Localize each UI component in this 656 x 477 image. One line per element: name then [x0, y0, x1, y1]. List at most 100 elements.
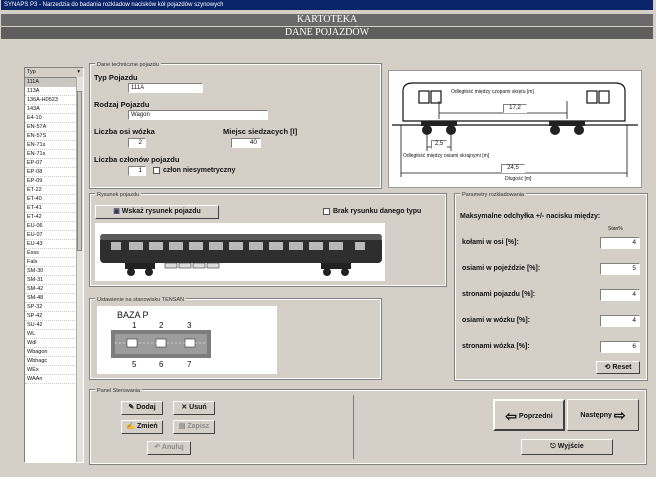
- list-item[interactable]: SU-42: [25, 321, 83, 330]
- list-item[interactable]: ET-22: [25, 186, 83, 195]
- seats-label: Miejsc siedzacych [l]: [223, 127, 298, 136]
- window-title: SYNAPS P3 - Narzedzia do badania rozklad…: [1, 0, 653, 10]
- vehicle-drawing-group: Rysunek pojazdu ▣ Wskaż rysunek pojazdu …: [89, 192, 447, 287]
- list-item[interactable]: EP-08: [25, 168, 83, 177]
- list-item[interactable]: EP-09: [25, 177, 83, 186]
- no-drawing-checkbox[interactable]: [323, 208, 330, 215]
- pivot-distance-field[interactable]: 17,2: [503, 104, 527, 113]
- vehicle-kind-label: Rodzaj Pojazdu: [94, 100, 150, 109]
- tech-group-title: Dane techniczne pojazdu: [95, 62, 161, 68]
- sensor-number-1: 1: [132, 321, 137, 330]
- drawing-group-title: Rysunek pojazdu: [95, 192, 142, 198]
- segments-label: Liczba członów pojazdu: [94, 155, 180, 164]
- param-field[interactable]: 5: [600, 263, 640, 275]
- pivot-distance-label: Odległość między czopami skrętu [m]: [451, 89, 534, 95]
- save-icon: ▤: [178, 423, 186, 430]
- tensan-group-title: Ustawienie na stanowisku TENSAN: [95, 297, 187, 303]
- param-label: osiami w pojeździe [%]:: [462, 265, 541, 272]
- param-field[interactable]: 4: [600, 315, 640, 327]
- list-item[interactable]: SM-31: [25, 276, 83, 285]
- segments-field[interactable]: 1: [128, 166, 146, 176]
- no-drawing-label: Brak rysunku danego typu: [333, 208, 422, 215]
- outer-axles-label: Odległość między osiami skrajnymi [m]: [403, 153, 490, 159]
- list-item[interactable]: EN-57S: [25, 132, 83, 141]
- sort-arrow-icon: ▾: [77, 69, 80, 75]
- axle-base-field[interactable]: 2,5: [431, 140, 447, 149]
- sensor-number-7: 7: [187, 360, 192, 369]
- control-group-title: Panel Sterowania: [95, 388, 143, 394]
- passenger-car-image: [100, 234, 382, 276]
- list-scrollbar[interactable]: [76, 77, 83, 462]
- params-group-title: Parametry rozkładowania: [460, 192, 527, 198]
- list-item[interactable]: 143A: [25, 105, 83, 114]
- sensor-number-2: 2: [159, 321, 164, 330]
- edit-icon: ✍: [126, 423, 136, 430]
- banner-title: KARTOTEKA: [1, 14, 653, 26]
- list-item[interactable]: SM-30: [25, 267, 83, 276]
- list-item[interactable]: 111A: [25, 78, 83, 87]
- list-item[interactable]: ET-42: [25, 213, 83, 222]
- list-item[interactable]: Esss: [25, 249, 83, 258]
- params-column-label: Stan%: [608, 226, 623, 232]
- list-item[interactable]: Wbagon: [25, 348, 83, 357]
- control-panel-group: Panel Sterowania ✎ Dodaj ✕ Usuń ✍ Zmień …: [89, 388, 647, 465]
- list-item[interactable]: EU-07: [25, 231, 83, 240]
- reset-icon: ⟲: [604, 364, 611, 371]
- list-item[interactable]: Wdl: [25, 339, 83, 348]
- axle-count-label: Liczba osi wózka: [94, 127, 155, 136]
- list-item[interactable]: ET-41: [25, 204, 83, 213]
- total-length-field[interactable]: 24,5: [501, 164, 525, 173]
- seats-field[interactable]: 40: [231, 138, 261, 148]
- exit-button[interactable]: ⎋ Wyjście: [521, 439, 613, 455]
- list-item[interactable]: EU-06: [25, 222, 83, 231]
- scroll-thumb[interactable]: [77, 91, 82, 251]
- next-button[interactable]: Następny ⇨: [567, 399, 639, 431]
- cancel-button[interactable]: ↶ Anuluj: [147, 441, 191, 455]
- param-label: kołami w osi [%]:: [462, 239, 519, 246]
- list-item[interactable]: WL: [25, 330, 83, 339]
- list-item[interactable]: Wbhagc: [25, 357, 83, 366]
- reset-button[interactable]: ⟲ Reset: [596, 361, 640, 374]
- param-field[interactable]: 4: [600, 289, 640, 301]
- list-item[interactable]: EN-57A: [25, 123, 83, 132]
- list-item[interactable]: EN-71s: [25, 150, 83, 159]
- vehicle-kind-field[interactable]: Wagon: [128, 110, 268, 120]
- axle-count-field[interactable]: 2: [128, 138, 146, 148]
- picture-icon: ▣: [113, 208, 120, 215]
- list-items: 111A 113A 136A-H0523 143A E4-10 EN-57A EN-57S E…: [25, 78, 83, 384]
- vehicle-type-list[interactable]: Typ ▾ 111A 113A 136A-H0523 143A E4-10 EN-57A E…: [24, 67, 84, 463]
- list-item[interactable]: E4-10: [25, 114, 83, 123]
- arrow-left-icon: ⇦: [505, 408, 517, 424]
- list-item[interactable]: 136A-H0523: [25, 96, 83, 105]
- length-label: Długość [m]: [505, 176, 532, 182]
- sensor-number-6: 6: [159, 360, 164, 369]
- list-item[interactable]: Fals: [25, 258, 83, 267]
- vehicle-type-field[interactable]: 111A: [128, 83, 203, 93]
- vehicle-type-label: Typ Pojazdu: [94, 73, 138, 82]
- list-item[interactable]: ET-40: [25, 195, 83, 204]
- save-button[interactable]: ▤ Zapisz: [173, 420, 215, 434]
- param-field[interactable]: 6: [600, 341, 640, 353]
- list-item[interactable]: SP-32: [25, 303, 83, 312]
- asymmetric-checkbox[interactable]: [153, 167, 160, 174]
- show-drawing-button[interactable]: ▣ Wskaż rysunek pojazdu: [95, 205, 219, 219]
- sensor-layout: BAZA P 1 2 3 5 6 7: [97, 306, 277, 374]
- panel-divider: [353, 395, 354, 459]
- list-item[interactable]: WEx: [25, 366, 83, 375]
- edit-button[interactable]: ✍ Zmień: [121, 420, 163, 434]
- parameters-group: Parametry rozkładowania Maksymalne odchy…: [454, 192, 648, 381]
- cancel-icon: ↶: [154, 444, 161, 451]
- list-item[interactable]: 113A: [25, 87, 83, 96]
- add-button[interactable]: ✎ Dodaj: [121, 401, 163, 415]
- list-item[interactable]: SP-42: [25, 312, 83, 321]
- list-item[interactable]: SM-42: [25, 285, 83, 294]
- list-item[interactable]: EN-71s: [25, 141, 83, 150]
- delete-icon: ✕: [181, 404, 188, 411]
- delete-button[interactable]: ✕ Usuń: [173, 401, 215, 415]
- param-field[interactable]: 4: [600, 237, 640, 249]
- previous-button[interactable]: ⇦ Poprzedni: [493, 399, 565, 431]
- list-item[interactable]: WAAn: [25, 375, 83, 384]
- list-item[interactable]: SM-48: [25, 294, 83, 303]
- list-item[interactable]: EP-07: [25, 159, 83, 168]
- list-item[interactable]: EU-43: [25, 240, 83, 249]
